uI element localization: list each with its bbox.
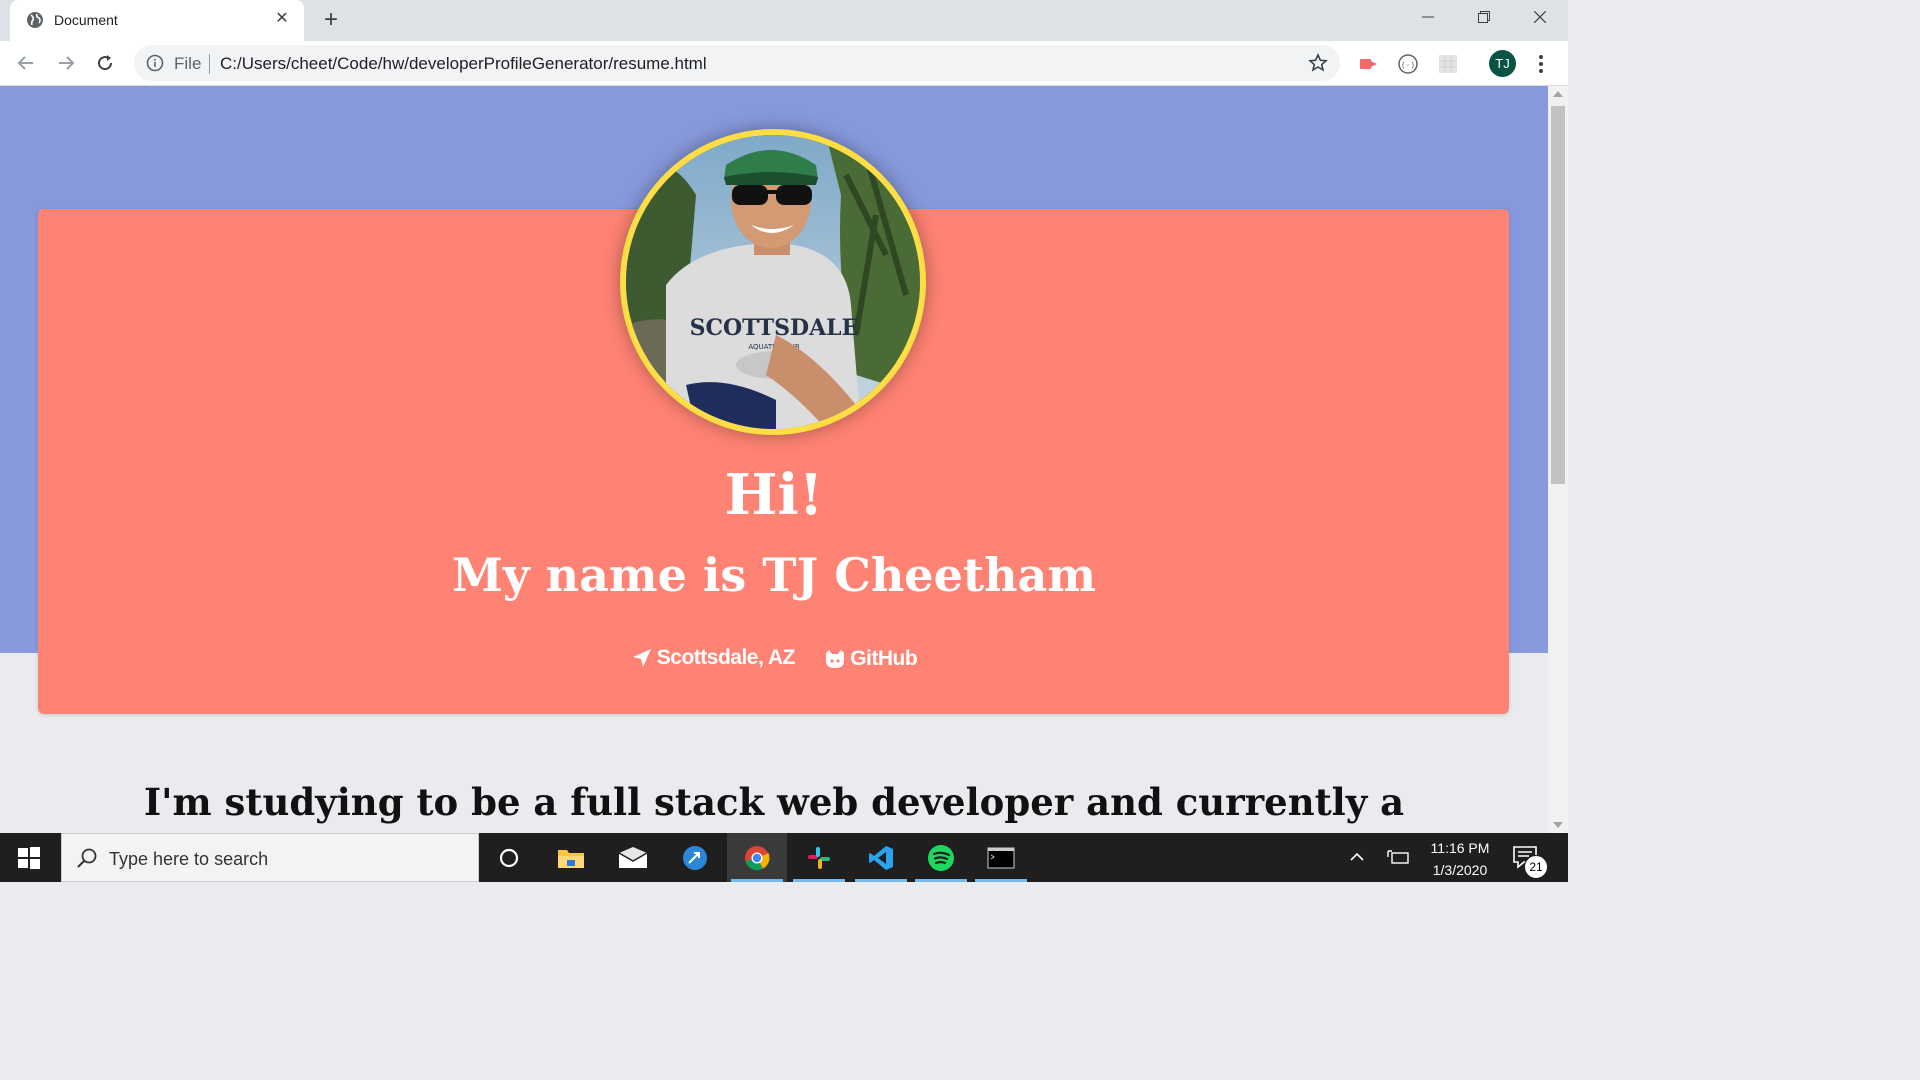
system-clock[interactable]: 11:16 PM 1/3/2020 — [1420, 837, 1500, 881]
start-button[interactable] — [0, 833, 58, 882]
tab-title: Document — [54, 12, 118, 28]
terminal-button[interactable] — [971, 833, 1031, 882]
restore-button[interactable] — [1456, 0, 1512, 34]
minimize-button[interactable] — [1400, 0, 1456, 34]
spotify-button[interactable] — [911, 833, 971, 882]
name-heading: My name is TJ Cheetham — [451, 548, 1097, 602]
info-icon[interactable] — [146, 54, 164, 72]
globe-icon — [27, 12, 43, 28]
vscode-button[interactable] — [851, 833, 911, 882]
tab-strip: Document ✕ + — [0, 0, 1568, 41]
scroll-down-icon[interactable] — [1553, 822, 1563, 828]
location-link-label: Scottsdale, AZ — [656, 646, 796, 669]
github-link-label: GitHub — [850, 647, 918, 670]
minimize-icon — [1422, 16, 1434, 18]
slack-button[interactable] — [789, 833, 849, 882]
file-explorer-icon — [558, 849, 584, 868]
chevron-up-icon[interactable] — [1347, 847, 1367, 867]
vscode-icon — [869, 845, 893, 870]
vscode-open-indicator — [855, 879, 907, 882]
close-window-button[interactable] — [1512, 0, 1568, 34]
profile-links: Scottsdale, AZ GitHub — [0, 646, 1548, 675]
bio-text: I'm studying to be a full stack web deve… — [143, 780, 1405, 824]
github-link[interactable]: GitHub — [824, 647, 918, 671]
more-vert-icon[interactable] — [1532, 52, 1550, 76]
extension-code-icon[interactable]: (·) — [1397, 53, 1419, 75]
chrome-button[interactable] — [727, 833, 787, 882]
profile-avatar-button[interactable]: TJ — [1489, 50, 1516, 77]
location-arrow-icon — [632, 649, 651, 667]
cortana-button[interactable] — [479, 833, 539, 882]
location-link[interactable]: Scottsdale, AZ — [631, 646, 795, 670]
search-placeholder: Type here to search — [109, 849, 269, 869]
github-icon — [826, 650, 845, 668]
url-text[interactable]: C:/Users/cheet/Code/hw/developerProfileG… — [220, 54, 707, 74]
url-separator — [209, 54, 210, 74]
extension-cast-icon[interactable] — [1357, 53, 1379, 75]
browser-tab[interactable]: Document ✕ — [10, 0, 304, 41]
terminal-open-indicator — [975, 879, 1027, 882]
notification-count-badge: 21 — [1524, 855, 1548, 879]
file-explorer-button[interactable] — [541, 833, 601, 882]
spotify-icon — [928, 844, 954, 871]
close-icon — [1534, 11, 1546, 23]
windows-logo-icon — [18, 846, 40, 869]
restore-icon — [1478, 11, 1490, 23]
arrow-left-icon — [17, 56, 33, 70]
clock-time: 11:16 PM — [1430, 840, 1490, 856]
svg-text:SCOTTSDALE: SCOTTSDALE — [690, 315, 859, 341]
slack-icon — [808, 846, 830, 869]
network-icon[interactable] — [1386, 847, 1410, 867]
greeting-heading: Hi! — [724, 462, 824, 528]
scroll-up-icon[interactable] — [1553, 91, 1563, 97]
action-center-button[interactable]: 21 — [1512, 845, 1548, 879]
profile-photo: SCOTTSDALE AQUATIC CLUB — [620, 129, 926, 435]
reload-button[interactable] — [93, 51, 117, 75]
bookmark-star-icon[interactable] — [1308, 53, 1328, 73]
address-bar[interactable]: File C:/Users/cheet/Code/hw/developerPro… — [134, 45, 1340, 81]
spotify-open-indicator — [915, 879, 967, 882]
chrome-icon — [745, 845, 770, 870]
terminal-icon — [987, 847, 1015, 868]
slack-open-indicator — [793, 879, 845, 882]
taskbar-search[interactable]: Type here to search — [61, 833, 479, 882]
windows-taskbar: Type here to search 11:16 PM 1/3/2020 21 — [0, 833, 1568, 882]
new-tab-button[interactable]: + — [318, 8, 344, 34]
cortana-icon — [499, 848, 519, 867]
back-button[interactable] — [14, 51, 38, 75]
mail-icon — [618, 846, 648, 868]
profile-photo-illustration: SCOTTSDALE AQUATIC CLUB — [626, 135, 920, 429]
svg-text:(·): (·) — [1401, 61, 1415, 70]
close-tab-icon[interactable]: ✕ — [272, 9, 292, 29]
mail-button[interactable] — [603, 833, 663, 882]
remote-app-button[interactable] — [665, 833, 725, 882]
reload-icon — [98, 55, 113, 71]
url-scheme: File — [174, 54, 202, 73]
remote-app-icon — [683, 845, 707, 870]
browser-toolbar: File C:/Users/cheet/Code/hw/developerPro… — [0, 41, 1568, 86]
scrollbar-thumb[interactable] — [1551, 106, 1565, 484]
page-viewport: SCOTTSDALE AQUATIC CLUB Hi! My name is T… — [0, 86, 1548, 833]
forward-button[interactable] — [54, 51, 78, 75]
extension-pattern-icon[interactable] — [1437, 53, 1459, 75]
arrow-right-icon — [59, 56, 75, 70]
chrome-active-indicator — [731, 879, 783, 882]
search-icon — [77, 848, 97, 868]
clock-date: 1/3/2020 — [1432, 862, 1488, 878]
page-scrollbar[interactable] — [1548, 86, 1568, 833]
